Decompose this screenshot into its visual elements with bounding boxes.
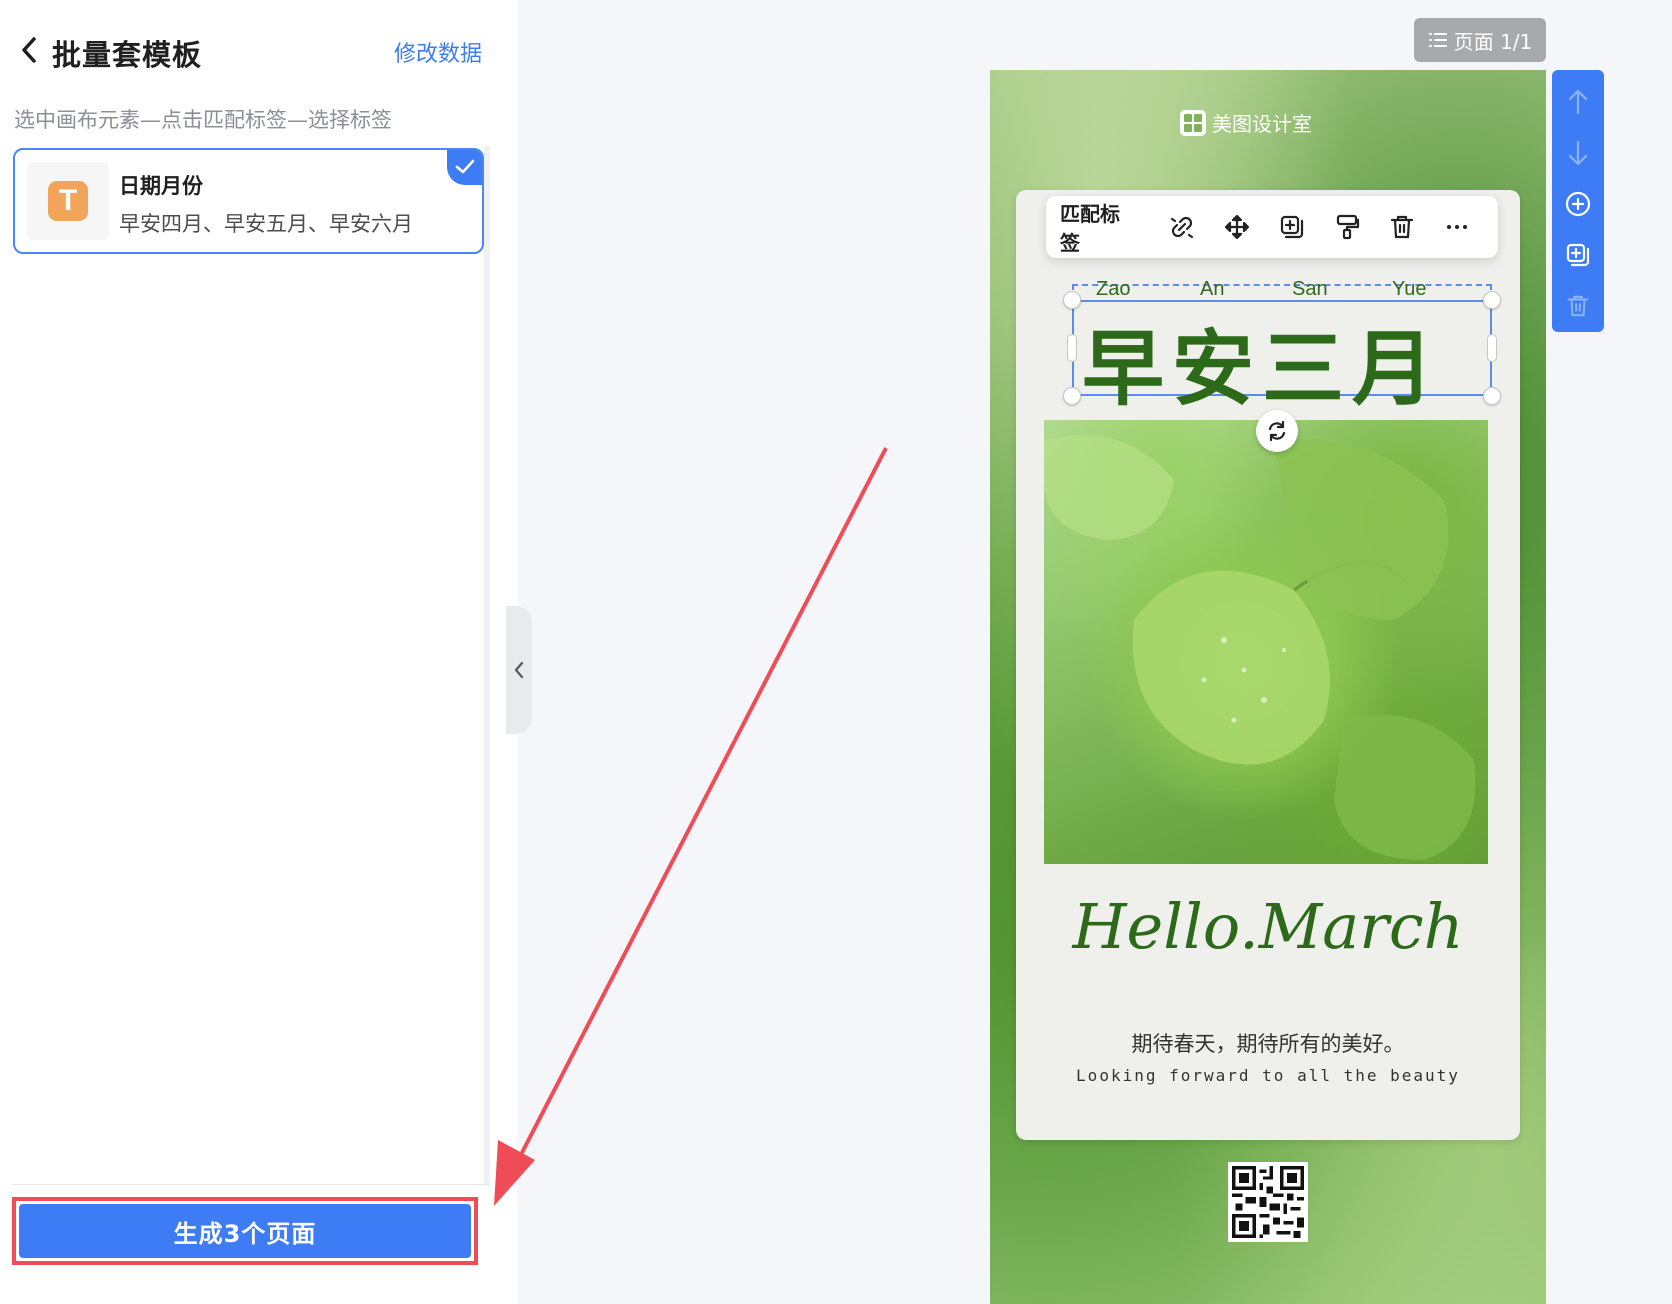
resize-handle-bottom-right[interactable] [1483, 387, 1501, 405]
ginkgo-photo[interactable] [1044, 420, 1488, 864]
generate-pages-button[interactable]: 生成3个页面 [19, 1204, 471, 1258]
edit-data-link[interactable]: 修改数据 [394, 36, 482, 68]
qr-code[interactable] [1228, 1162, 1308, 1242]
resize-handle-top-right[interactable] [1483, 291, 1501, 309]
more-icon[interactable] [1429, 207, 1484, 247]
brand-watermark: 美图设计室 [1180, 108, 1312, 137]
rotate-handle[interactable] [1256, 410, 1298, 452]
tag-values: 早安四月、早安五月、早安六月 [119, 212, 413, 236]
list-icon [1428, 33, 1447, 47]
pinyin-yue: Yue [1392, 278, 1427, 300]
tag-name: 日期月份 [119, 174, 203, 198]
instruction-hint: 选中画布元素—点击匹配标签—选择标签 [14, 108, 392, 132]
page-side-toolbar [1552, 70, 1604, 332]
resize-handle-left[interactable] [1067, 334, 1077, 362]
collapse-panel-handle[interactable] [506, 606, 532, 734]
page-indicator-label: 页面 1/1 [1453, 29, 1533, 54]
selected-check-icon [447, 150, 482, 185]
hello-march-script[interactable]: Hello.March [990, 890, 1546, 963]
copy-icon[interactable] [1264, 207, 1319, 247]
resize-handle-right[interactable] [1487, 334, 1497, 362]
brand-logo-icon [1180, 109, 1206, 136]
chevron-left-icon [514, 661, 524, 679]
left-panel: 批量套模板 修改数据 选中画布元素—点击匹配标签—选择标签 T 日期月份 早安四… [0, 0, 518, 1304]
add-page-icon[interactable] [1552, 178, 1604, 229]
panel-title: 批量套模板 [52, 38, 203, 72]
tag-icon-box: T [27, 162, 109, 240]
match-tag-button[interactable]: 匹配标签 [1060, 198, 1138, 256]
arrow-up-icon[interactable] [1552, 76, 1604, 127]
ginkgo-leaf-illustration [1044, 435, 1476, 860]
brand-name: 美图设计室 [1212, 112, 1312, 136]
text-type-icon: T [48, 181, 88, 221]
chevron-left-icon [22, 37, 36, 63]
delete-page-icon[interactable] [1552, 281, 1604, 332]
resize-handle-top-left[interactable] [1063, 291, 1081, 309]
resize-handle-bottom-left[interactable] [1063, 387, 1081, 405]
selected-title-text[interactable]: 早安三月 [1082, 302, 1482, 421]
design-canvas[interactable]: 美图设计室 匹配标签 Zao An San Yue 早安三月 Hello.Mar… [990, 70, 1546, 1304]
page-indicator[interactable]: 页面 1/1 [1414, 18, 1546, 62]
tag-list: T 日期月份 早安四月、早安五月、早安六月 [0, 146, 490, 1186]
tag-card-date-month[interactable]: T 日期月份 早安四月、早安五月、早安六月 [13, 148, 484, 254]
pinyin-zao: Zao [1096, 278, 1131, 300]
move-icon[interactable] [1209, 207, 1264, 247]
duplicate-page-icon[interactable] [1552, 230, 1604, 281]
rotate-icon [1268, 420, 1286, 442]
slogan-chinese[interactable]: 期待春天，期待所有的美好。 [990, 1028, 1546, 1058]
back-button[interactable] [14, 30, 44, 70]
divider [12, 1184, 490, 1185]
slogan-english[interactable]: Looking forward to all the beauty [990, 1066, 1546, 1085]
format-painter-icon[interactable] [1319, 207, 1374, 247]
unlink-icon[interactable] [1154, 207, 1209, 247]
element-toolbar: 匹配标签 [1046, 196, 1498, 258]
generate-button-highlight: 生成3个页面 [12, 1197, 478, 1265]
delete-icon[interactable] [1374, 207, 1429, 247]
pinyin-an: An [1200, 278, 1225, 300]
arrow-down-icon[interactable] [1552, 127, 1604, 178]
pinyin-san: San [1292, 278, 1328, 300]
